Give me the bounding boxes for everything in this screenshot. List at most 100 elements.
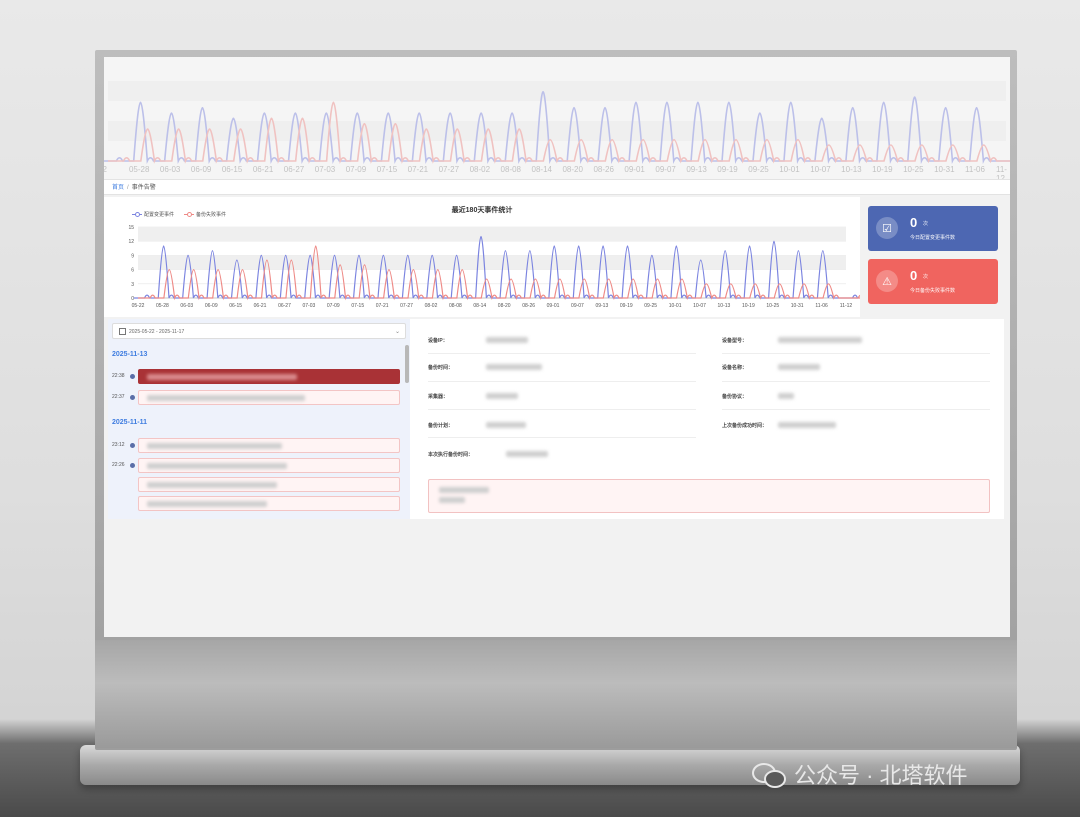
background-tick-label: 06-21	[252, 165, 274, 174]
y-tick-label: 15	[128, 225, 134, 231]
field-divider	[428, 381, 696, 382]
timeline-dot	[130, 395, 135, 400]
redacted-text	[486, 393, 518, 399]
x-tick-label: 06-27	[278, 303, 291, 309]
background-tick-label: 06-03	[159, 165, 181, 174]
x-tick-label: 09-07	[571, 303, 584, 309]
x-tick-label: 10-07	[693, 303, 706, 309]
background-tick-label: 07-09	[345, 165, 367, 174]
redacted-text	[147, 482, 277, 488]
y-tick-label: 12	[128, 239, 134, 245]
redacted-text	[147, 443, 282, 449]
event-time: 22:26	[112, 462, 125, 468]
calendar-icon	[119, 328, 126, 336]
event-time: 23:12	[112, 442, 125, 448]
breadcrumb: 首页 / 事件告警	[104, 179, 1010, 195]
timeline-dot	[130, 463, 135, 468]
event-time: 22:37	[112, 394, 125, 400]
event-item[interactable]	[138, 438, 400, 453]
x-tick-label: 10-31	[791, 303, 804, 309]
background-chart-band	[108, 81, 1006, 101]
background-tick-label: 10-31	[934, 165, 955, 174]
device-ip-label: 设备IP：	[428, 338, 448, 344]
event-item[interactable]	[138, 458, 400, 473]
y-tick-label: 0	[131, 296, 134, 302]
background-tick-label: 07-27	[438, 165, 460, 174]
backup-protocol-label: 备份协议：	[722, 394, 748, 400]
background-tick-label: 08-08	[500, 165, 522, 174]
event-time: 22:38	[112, 373, 125, 379]
stat-unit: 次	[923, 221, 929, 227]
field-divider	[722, 409, 990, 410]
stat-value: 0	[910, 215, 918, 230]
field-divider	[428, 353, 696, 354]
stat-label: 今日配置变更事件数	[910, 235, 956, 241]
background-tick-label: 10-13	[841, 165, 862, 174]
redacted-text	[439, 487, 489, 493]
breadcrumb-home-link[interactable]: 首页	[112, 185, 124, 191]
warning-icon: ⚠	[876, 270, 898, 292]
event-detail-panel: 设备IP： 设备型号： 备份时间： 设备名称： 采集器： 备份协议： 备份计划：…	[410, 319, 1004, 519]
chart-band	[138, 227, 846, 242]
x-tick-label: 09-25	[644, 303, 657, 309]
event-chart-panel: 最近180天事件统计 配置变更事件 备份失败事件 0 3 6 9 12 15 05-22 05…	[104, 197, 860, 317]
background-tick-label: 08-02	[469, 165, 491, 174]
background-tick-label: 09-07	[655, 165, 676, 174]
x-tick-label: 08-08	[449, 303, 462, 309]
redacted-text	[778, 422, 836, 428]
watermark-text: 公众号 · 北塔软件	[794, 763, 968, 788]
background-tick-label: 11-06	[965, 165, 985, 174]
backup-time-label: 备份时间：	[428, 365, 454, 371]
redacted-text	[147, 501, 267, 507]
event-detail-message	[428, 479, 990, 513]
redacted-text	[486, 422, 526, 428]
background-tick-label: 07-15	[376, 165, 398, 174]
background-tick-label: 09-13	[686, 165, 707, 174]
backup-fail-stat-card[interactable]: ⚠ 0 次 今日备份失败事件数	[868, 259, 998, 304]
breadcrumb-separator: /	[127, 185, 129, 191]
stat-unit: 次	[923, 274, 929, 280]
background-tick-label: 22	[104, 165, 107, 174]
timeline-dot	[130, 443, 135, 448]
x-tick-label: 10-19	[742, 303, 755, 309]
event-item[interactable]	[138, 496, 400, 511]
watermark: 公众号 · 北塔软件	[752, 758, 968, 790]
background-tick-label: 06-09	[190, 165, 212, 174]
x-tick-label: 06-15	[229, 303, 242, 309]
x-tick-label: 10-25	[766, 303, 779, 309]
event-item-selected[interactable]	[138, 369, 400, 384]
event-list-scrollbar[interactable]	[405, 345, 409, 383]
event-item[interactable]	[138, 390, 400, 405]
background-tick-label: 07-03	[314, 165, 336, 174]
field-divider	[722, 353, 990, 354]
redacted-text	[147, 395, 305, 401]
background-tick-label: 08-20	[562, 165, 583, 174]
x-tick-label: 11-06	[815, 303, 828, 309]
event-item[interactable]	[138, 477, 400, 492]
x-tick-label: 09-13	[595, 303, 608, 309]
background-tick-label: 09-19	[717, 165, 738, 174]
redacted-text	[778, 364, 820, 370]
redacted-text	[778, 393, 794, 399]
x-tick-label: 08-26	[522, 303, 535, 309]
redacted-text	[778, 337, 862, 343]
stat-label: 今日备份失败事件数	[910, 288, 956, 294]
device-name-label: 设备名称：	[722, 365, 748, 371]
redacted-text	[486, 337, 528, 343]
stat-value: 0	[910, 268, 918, 283]
background-chart: 22 05-28 06-03 06-09 06-15 06-21 06-27 07-03 07-…	[104, 57, 1010, 183]
background-chart-band	[108, 121, 1006, 141]
background-tick-label: 08-26	[593, 165, 614, 174]
background-chart-ticks: 22 05-28 06-03 06-09 06-15 06-21 06-27 07-03 07-…	[104, 165, 1010, 183]
x-tick-label: 07-09	[327, 303, 340, 309]
background-tick-label: 10-25	[903, 165, 924, 174]
x-tick-label: 07-21	[376, 303, 389, 309]
config-change-stat-card[interactable]: ☑ 0 次 今日配置变更事件数	[868, 206, 998, 251]
background-tick-label: 10-01	[779, 165, 800, 174]
date-range-picker[interactable]: 2025-05-22 - 2025-11-17 ⌄	[112, 323, 406, 339]
x-tick-label: 08-02	[425, 303, 438, 309]
background-tick-label: 05-28	[128, 165, 150, 174]
x-tick-label: 10-01	[669, 303, 682, 309]
redacted-text	[439, 497, 465, 503]
x-tick-label: 11-12	[840, 303, 853, 309]
